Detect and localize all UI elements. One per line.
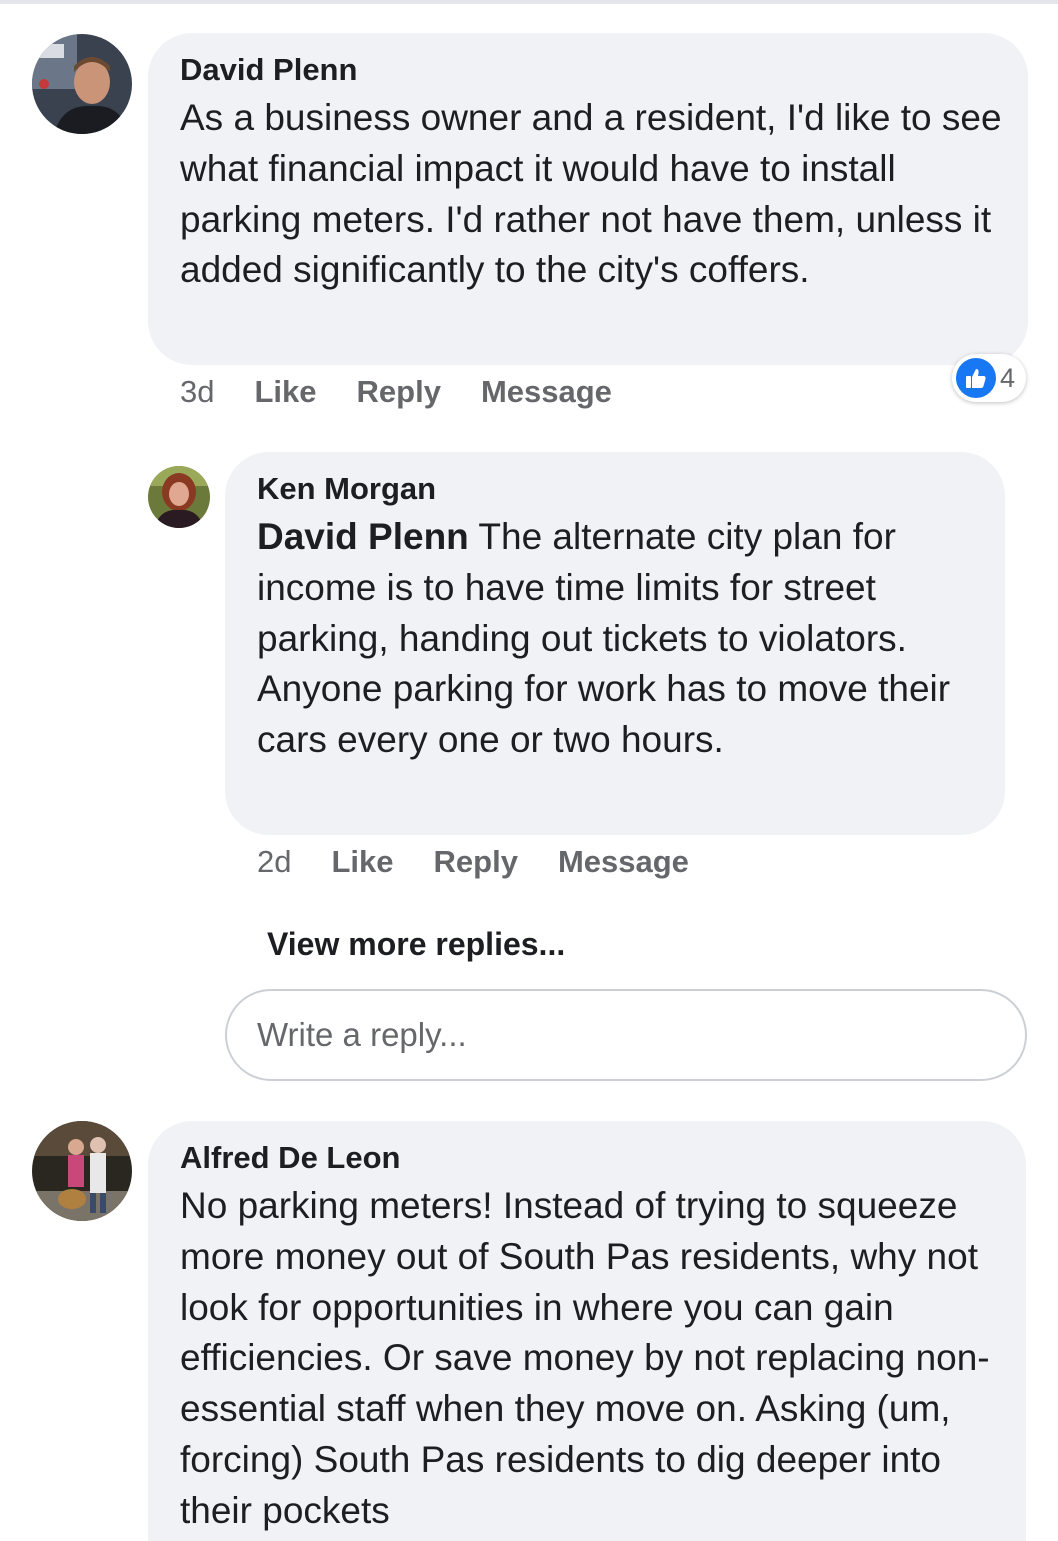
write-reply-input[interactable]: Write a reply... — [225, 989, 1027, 1081]
top-divider — [0, 0, 1058, 4]
message-button[interactable]: Message — [481, 374, 612, 409]
comment-timestamp[interactable]: 3d — [180, 374, 214, 409]
like-button[interactable]: Like — [254, 374, 316, 409]
mention-david-plenn[interactable]: David Plenn — [257, 516, 469, 557]
avatar-david-plenn[interactable] — [32, 34, 132, 134]
reaction-count: 4 — [1000, 362, 1016, 393]
reply-text: David Plenn The alternate city plan for … — [257, 512, 981, 766]
comment-bubble: Alfred De Leon No parking meters! Instea… — [148, 1121, 1026, 1541]
comment-text: As a business owner and a resident, I'd … — [180, 97, 1002, 291]
comment-author[interactable]: Alfred De Leon — [180, 1139, 1002, 1177]
comment-bubble: David Plenn As a business owner and a re… — [148, 33, 1028, 365]
reaction-summary[interactable]: 4 — [952, 354, 1026, 402]
reply-timestamp[interactable]: 2d — [257, 844, 291, 879]
reply-actions: 2d Like Reply Message — [257, 844, 729, 880]
reply-button[interactable]: Reply — [434, 844, 518, 879]
comment-text: No parking meters! Instead of trying to … — [180, 1185, 990, 1531]
reply-button[interactable]: Reply — [357, 374, 441, 409]
comment-actions: 3d Like Reply Message — [180, 374, 652, 410]
thumbs-up-icon — [956, 358, 996, 398]
avatar-alfred-de-leon[interactable] — [32, 1121, 132, 1221]
avatar-ken-morgan[interactable] — [148, 466, 210, 528]
reply-author[interactable]: Ken Morgan — [257, 470, 981, 508]
like-button[interactable]: Like — [331, 844, 393, 879]
reply-bubble: Ken Morgan David Plenn The alternate cit… — [225, 452, 1005, 835]
view-more-replies-link[interactable]: View more replies... — [267, 926, 565, 963]
message-button[interactable]: Message — [558, 844, 689, 879]
comment-author[interactable]: David Plenn — [180, 51, 1004, 89]
